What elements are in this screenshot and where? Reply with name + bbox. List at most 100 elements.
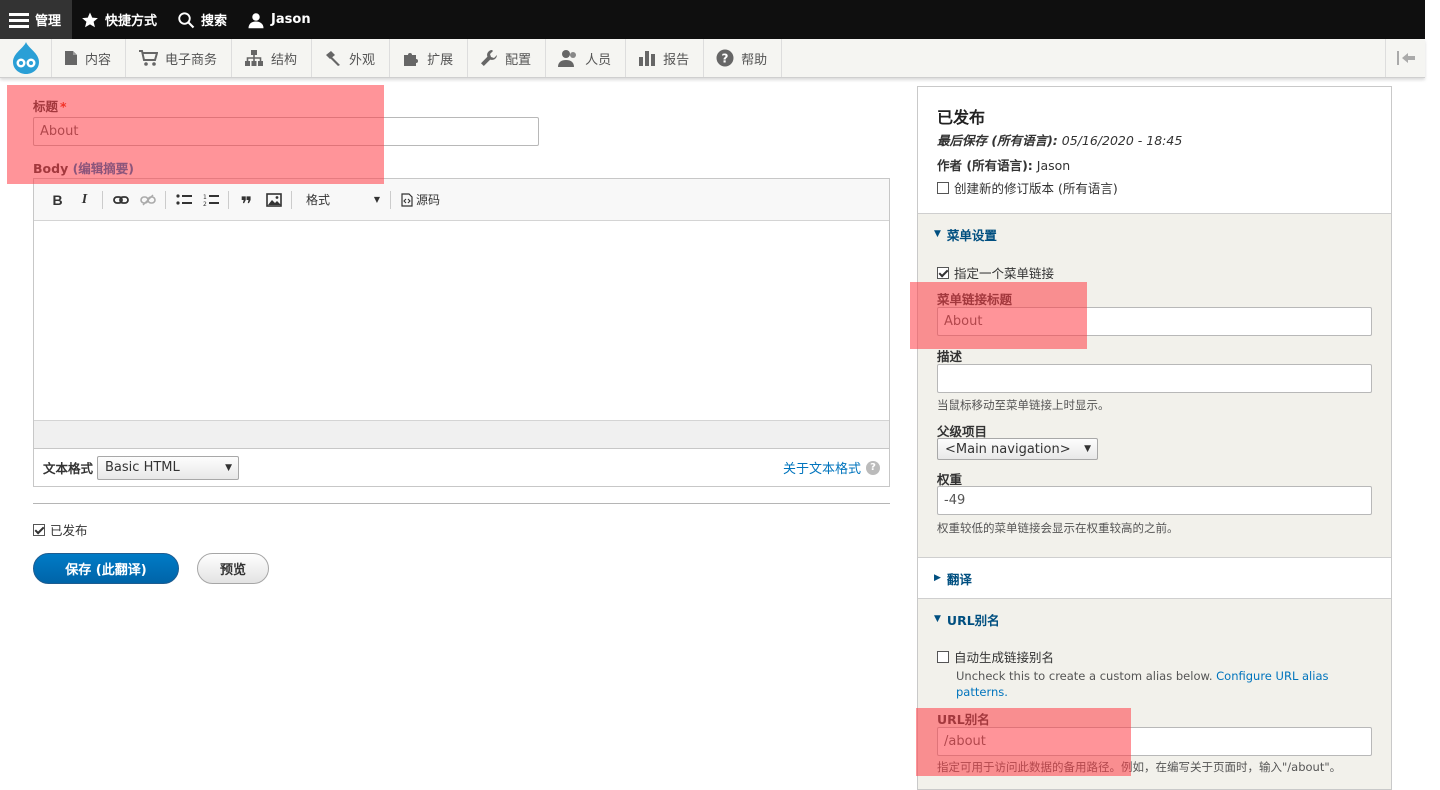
caret-down-icon: ▼ <box>1084 444 1091 454</box>
svg-text:?: ? <box>722 52 729 66</box>
url-alias-toggle[interactable]: ▼ URL别名 <box>918 599 1391 639</box>
published-checkbox-row: 已发布 <box>33 520 88 539</box>
body-label: Body (编辑摘要) <box>33 161 135 176</box>
title-input[interactable]: About <box>33 117 539 146</box>
meta-section: 已发布 最后保存 (所有语言): 05/16/2020 - 18:45 作者 (… <box>918 87 1391 214</box>
menu-link-title-input[interactable]: About <box>937 307 1372 336</box>
status-title: 已发布 <box>937 108 986 127</box>
node-sidebar: 已发布 最后保存 (所有语言): 05/16/2020 - 18:45 作者 (… <box>917 86 1392 790</box>
provide-menu-link-checkbox[interactable] <box>937 267 949 279</box>
cart-icon <box>139 50 159 66</box>
image-button[interactable] <box>260 188 287 212</box>
tray-item-help[interactable]: ? 帮助 <box>704 39 783 77</box>
author-value: Jason <box>1036 158 1071 173</box>
edit-summary-link[interactable]: (编辑摘要) <box>73 161 134 176</box>
triangle-down-icon: ▼ <box>934 229 941 239</box>
tray-item-appearance[interactable]: 外观 <box>312 39 391 77</box>
weight-value: -49 <box>944 493 966 508</box>
svg-text:2: 2 <box>203 201 207 207</box>
about-text-formats-link[interactable]: 关于文本格式 <box>783 458 861 477</box>
menu-link-title-label: 菜单链接标题 <box>937 292 1013 307</box>
tray-item-commerce[interactable]: 电子商务 <box>126 39 233 77</box>
puzzle-icon <box>404 53 419 66</box>
tray-item-reports[interactable]: 报告 <box>626 39 705 77</box>
author-label: 作者 (所有语言): <box>937 158 1033 173</box>
preview-label: 预览 <box>219 563 246 578</box>
save-label: 保存 (此翻译) <box>65 563 147 578</box>
search-button[interactable]: 搜索 <box>168 0 238 39</box>
tray-item-extend[interactable]: 扩展 <box>390 39 469 77</box>
unlink-icon <box>139 194 156 205</box>
weight-input[interactable]: -49 <box>937 486 1372 515</box>
bold-icon: B <box>52 191 63 208</box>
menu-settings-title: 菜单设置 <box>946 227 997 243</box>
text-format-label: 文本格式 <box>43 461 94 476</box>
tray-label: 人员 <box>585 52 612 68</box>
source-button[interactable]: 源码 <box>395 191 446 208</box>
shortcuts-button[interactable]: 快捷方式 <box>72 0 168 39</box>
triangle-down-icon: ▼ <box>934 614 941 624</box>
new-revision-row: 创建新的修订版本 (所有语言) <box>937 178 1118 197</box>
auto-alias-checkbox[interactable] <box>937 651 949 663</box>
bulleted-list-button[interactable] <box>170 188 197 212</box>
link-icon <box>112 195 129 204</box>
tray-label: 结构 <box>271 52 298 68</box>
auto-alias-label: 自动生成链接别名 <box>954 650 1055 665</box>
configure-alias-link-patterns[interactable]: patterns. <box>956 685 1008 699</box>
published-checkbox[interactable] <box>33 524 45 536</box>
preview-button[interactable]: 预览 <box>197 553 269 584</box>
document-icon <box>65 51 77 65</box>
auto-alias-row: 自动生成链接别名 <box>937 647 1054 666</box>
collapse-tray-button[interactable] <box>1385 39 1425 77</box>
blockquote-button[interactable]: ❞ <box>233 188 260 214</box>
parent-item-select[interactable]: <Main navigation> ▼ <box>937 438 1098 460</box>
last-saved-value: 05/16/2020 - 18:45 <box>1061 133 1183 148</box>
tray-item-content[interactable]: 内容 <box>52 39 127 77</box>
published-label: 已发布 <box>50 523 88 538</box>
admin-tray: 内容 电子商务 结构 外观 扩展 配置 人员 报告 ? 帮助 <box>0 39 1425 78</box>
user-button[interactable]: Jason <box>238 0 322 39</box>
format-dropdown[interactable]: 格式 ▼ <box>298 188 386 212</box>
last-saved-line: 最后保存 (所有语言): 05/16/2020 - 18:45 <box>937 130 1182 149</box>
text-format-row: 文本格式 Basic HTML ▼ 关于文本格式 ? <box>33 449 890 487</box>
new-revision-checkbox[interactable] <box>937 182 949 194</box>
tray-label: 配置 <box>505 52 532 68</box>
url-alias-help: 指定可用于访问此数据的备用路径。例如，在编写关于页面时，输入"/about"。 <box>937 760 1342 774</box>
tray-label: 内容 <box>85 52 112 68</box>
menu-settings-toggle[interactable]: ▼ 菜单设置 <box>918 214 1391 254</box>
last-saved-label: 最后保存 (所有语言): <box>937 133 1058 148</box>
triangle-right-icon: ▶ <box>934 573 941 583</box>
manage-label: 管理 <box>35 14 62 29</box>
menu-icon <box>9 12 29 28</box>
people-icon <box>558 50 577 67</box>
url-alias-label: URL别名 <box>937 712 990 727</box>
italic-button[interactable]: I <box>71 188 98 212</box>
save-button[interactable]: 保存 (此翻译) <box>33 553 179 584</box>
collapse-left-icon <box>1396 51 1415 65</box>
link-button[interactable] <box>107 188 134 212</box>
star-icon <box>82 12 98 27</box>
author-line: 作者 (所有语言): Jason <box>937 155 1070 174</box>
numbered-list-icon: 12 <box>203 194 219 207</box>
drupal-logo[interactable] <box>0 39 52 77</box>
search-icon <box>178 11 195 28</box>
editor-toolbar: B I 12 ❞ 格式 ▼ 源码 <box>34 179 889 221</box>
drupal-drop-icon <box>12 42 39 74</box>
help-icon: ? <box>866 460 880 475</box>
configure-alias-link[interactable]: Configure URL alias <box>1216 669 1328 683</box>
tray-item-configuration[interactable]: 配置 <box>468 39 547 77</box>
editor-content-area[interactable] <box>34 221 889 421</box>
text-format-select[interactable]: Basic HTML ▼ <box>97 455 240 480</box>
url-alias-title: URL别名 <box>946 612 1000 628</box>
menu-description-input[interactable] <box>937 364 1372 393</box>
menu-link-title-value: About <box>944 314 983 329</box>
menu-description-label: 描述 <box>937 349 963 364</box>
tray-item-structure[interactable]: 结构 <box>232 39 313 77</box>
tray-item-people[interactable]: 人员 <box>546 39 627 77</box>
bold-button[interactable]: B <box>44 188 71 212</box>
unlink-button[interactable] <box>134 188 161 212</box>
translation-toggle[interactable]: ▶ 翻译 <box>918 558 1391 598</box>
url-alias-input[interactable]: /about <box>937 727 1372 756</box>
manage-button[interactable]: 管理 <box>0 0 73 39</box>
numbered-list-button[interactable]: 12 <box>197 188 224 212</box>
